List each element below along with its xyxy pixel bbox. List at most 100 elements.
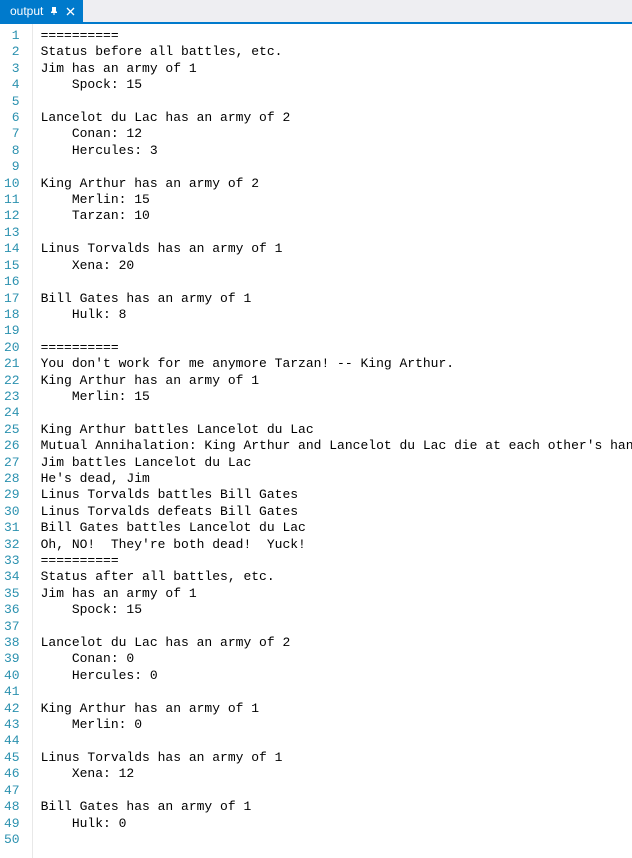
output-line: He's dead, Jim (41, 471, 632, 487)
line-number: 38 (4, 635, 20, 651)
output-line: ========== (41, 28, 632, 44)
output-line: Merlin: 15 (41, 192, 632, 208)
output-line: Xena: 20 (41, 258, 632, 274)
output-line: Bill Gates has an army of 1 (41, 291, 632, 307)
output-line: Hercules: 0 (41, 668, 632, 684)
line-number: 3 (4, 61, 20, 77)
line-number: 14 (4, 241, 20, 257)
output-line: Linus Torvalds has an army of 1 (41, 241, 632, 257)
output-line: Bill Gates has an army of 1 (41, 799, 632, 815)
line-number: 29 (4, 487, 20, 503)
line-number: 43 (4, 717, 20, 733)
line-number: 23 (4, 389, 20, 405)
line-number: 28 (4, 471, 20, 487)
line-number: 49 (4, 816, 20, 832)
output-line: Xena: 12 (41, 766, 632, 782)
tab-output[interactable]: output (0, 0, 83, 22)
line-number: 12 (4, 208, 20, 224)
line-number: 5 (4, 94, 20, 110)
editor-area: 1234567891011121314151617181920212223242… (0, 24, 632, 858)
output-line (41, 323, 632, 339)
line-number: 11 (4, 192, 20, 208)
line-number: 30 (4, 504, 20, 520)
output-line: Merlin: 15 (41, 389, 632, 405)
line-number: 48 (4, 799, 20, 815)
output-line (41, 783, 632, 799)
line-number: 36 (4, 602, 20, 618)
output-line: Hulk: 0 (41, 816, 632, 832)
output-line: Status before all battles, etc. (41, 44, 632, 60)
output-line: Bill Gates battles Lancelot du Lac (41, 520, 632, 536)
line-number: 27 (4, 455, 20, 471)
line-number: 1 (4, 28, 20, 44)
line-number: 35 (4, 586, 20, 602)
output-line: Mutual Annihalation: King Arthur and Lan… (41, 438, 632, 454)
line-number: 50 (4, 832, 20, 848)
output-line: Spock: 15 (41, 602, 632, 618)
line-number: 21 (4, 356, 20, 372)
line-number: 24 (4, 405, 20, 421)
line-number: 4 (4, 77, 20, 93)
line-number: 41 (4, 684, 20, 700)
output-line: King Arthur has an army of 1 (41, 701, 632, 717)
line-number: 40 (4, 668, 20, 684)
line-number: 15 (4, 258, 20, 274)
output-line: Oh, NO! They're both dead! Yuck! (41, 537, 632, 553)
line-number: 25 (4, 422, 20, 438)
line-number: 17 (4, 291, 20, 307)
line-number: 2 (4, 44, 20, 60)
line-number: 26 (4, 438, 20, 454)
output-content[interactable]: ==========Status before all battles, etc… (33, 24, 632, 858)
output-line: Linus Torvalds battles Bill Gates (41, 487, 632, 503)
output-line: Jim battles Lancelot du Lac (41, 455, 632, 471)
line-number: 6 (4, 110, 20, 126)
output-line: King Arthur battles Lancelot du Lac (41, 422, 632, 438)
line-number: 47 (4, 783, 20, 799)
line-number: 33 (4, 553, 20, 569)
line-number: 20 (4, 340, 20, 356)
output-line: Jim has an army of 1 (41, 61, 632, 77)
output-line: Linus Torvalds has an army of 1 (41, 750, 632, 766)
line-number: 7 (4, 126, 20, 142)
line-number: 39 (4, 651, 20, 667)
line-number: 22 (4, 373, 20, 389)
output-line (41, 733, 632, 749)
output-line: King Arthur has an army of 1 (41, 373, 632, 389)
close-icon[interactable] (65, 6, 75, 16)
output-line (41, 832, 632, 848)
output-line: Hercules: 3 (41, 143, 632, 159)
line-number: 45 (4, 750, 20, 766)
output-line: Lancelot du Lac has an army of 2 (41, 635, 632, 651)
line-number: 10 (4, 176, 20, 192)
output-line (41, 274, 632, 290)
output-line (41, 684, 632, 700)
output-line (41, 94, 632, 110)
line-number: 13 (4, 225, 20, 241)
output-line: King Arthur has an army of 2 (41, 176, 632, 192)
line-number: 31 (4, 520, 20, 536)
output-line: Lancelot du Lac has an army of 2 (41, 110, 632, 126)
line-number: 9 (4, 159, 20, 175)
output-line (41, 405, 632, 421)
output-line: Linus Torvalds defeats Bill Gates (41, 504, 632, 520)
line-number: 37 (4, 619, 20, 635)
line-number: 32 (4, 537, 20, 553)
output-line: Status after all battles, etc. (41, 569, 632, 585)
line-number: 42 (4, 701, 20, 717)
line-number: 46 (4, 766, 20, 782)
output-line: Tarzan: 10 (41, 208, 632, 224)
line-number: 44 (4, 733, 20, 749)
output-line: Conan: 12 (41, 126, 632, 142)
output-line: ========== (41, 340, 632, 356)
line-number: 18 (4, 307, 20, 323)
output-line: You don't work for me anymore Tarzan! --… (41, 356, 632, 372)
line-number: 19 (4, 323, 20, 339)
line-number-gutter: 1234567891011121314151617181920212223242… (0, 24, 33, 858)
output-line: Spock: 15 (41, 77, 632, 93)
output-line: ========== (41, 553, 632, 569)
line-number: 16 (4, 274, 20, 290)
output-line: Hulk: 8 (41, 307, 632, 323)
output-line: Conan: 0 (41, 651, 632, 667)
output-line: Merlin: 0 (41, 717, 632, 733)
pin-icon[interactable] (49, 6, 59, 16)
